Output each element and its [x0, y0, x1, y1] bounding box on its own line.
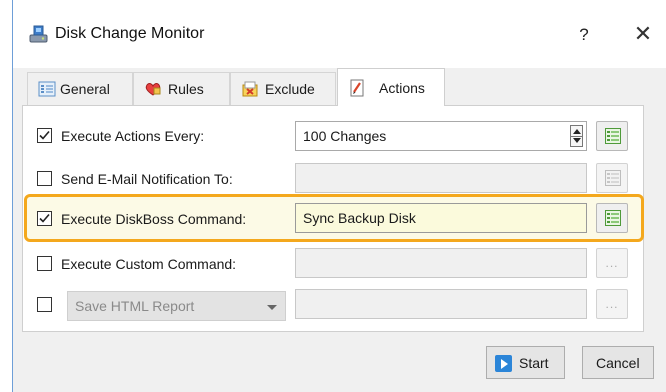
stepper-down-icon[interactable]	[573, 138, 581, 143]
diskboss-command-checkbox[interactable]	[37, 211, 52, 226]
title-bar: Disk Change Monitor ? ✕	[13, 0, 666, 68]
cancel-button-label: Cancel	[596, 355, 640, 371]
general-icon	[38, 81, 56, 97]
report-type-select[interactable]: Save HTML Report	[67, 291, 286, 321]
help-button[interactable]: ?	[572, 22, 596, 48]
tab-exclude[interactable]: Exclude	[230, 72, 336, 105]
tab-rules-label: Rules	[168, 81, 204, 97]
diskboss-command-label: Execute DiskBoss Command:	[61, 211, 247, 227]
play-icon	[495, 355, 512, 372]
cancel-button[interactable]: Cancel	[582, 346, 654, 379]
list-icon	[605, 210, 621, 226]
diskboss-command-value: Sync Backup Disk	[303, 210, 416, 226]
report-type-value: Save HTML Report	[75, 298, 195, 314]
disk-monitor-icon	[29, 25, 48, 43]
browse-report-label: ...	[605, 297, 619, 311]
tab-general[interactable]: General	[27, 72, 133, 105]
send-email-row: Send E-Mail Notification To:	[0, 158, 666, 198]
select-changes-button[interactable]	[596, 121, 628, 151]
rules-icon	[145, 82, 161, 96]
report-row: Save HTML Report ...	[0, 284, 666, 324]
tab-actions[interactable]: Actions	[337, 68, 445, 106]
diskboss-command-input[interactable]: Sync Backup Disk	[295, 203, 587, 233]
send-email-input[interactable]	[295, 163, 587, 193]
report-checkbox[interactable]	[37, 297, 52, 312]
diskboss-command-row: Execute DiskBoss Command: Sync Backup Di…	[0, 198, 666, 238]
chevron-down-icon	[267, 305, 277, 310]
tab-rules[interactable]: Rules	[133, 72, 230, 105]
list-icon	[605, 128, 621, 144]
report-path-input[interactable]	[295, 289, 587, 319]
browse-command-button[interactable]: ...	[596, 248, 628, 278]
execute-every-value: 100 Changes	[303, 128, 387, 144]
execute-every-checkbox[interactable]	[37, 128, 52, 143]
custom-command-row: Execute Custom Command: ...	[0, 243, 666, 283]
browse-command-label: ...	[605, 256, 619, 270]
checkmark-icon	[39, 130, 50, 140]
quantity-stepper[interactable]	[570, 125, 583, 147]
select-command-button[interactable]	[596, 203, 628, 233]
tab-exclude-label: Exclude	[265, 81, 315, 97]
email-settings-button[interactable]	[596, 163, 628, 193]
start-button[interactable]: Start	[486, 346, 565, 379]
execute-every-label: Execute Actions Every:	[61, 128, 205, 144]
actions-icon	[350, 79, 364, 97]
window-title: Disk Change Monitor	[55, 25, 205, 42]
custom-command-input[interactable]	[295, 248, 587, 278]
checkmark-icon	[39, 213, 50, 223]
execute-every-input[interactable]: 100 Changes	[295, 121, 587, 151]
custom-command-label: Execute Custom Command:	[61, 256, 237, 272]
browse-report-button[interactable]: ...	[596, 289, 628, 319]
custom-command-checkbox[interactable]	[37, 256, 52, 271]
list-icon	[605, 170, 621, 186]
exclude-icon	[242, 81, 258, 97]
tab-actions-label: Actions	[379, 80, 425, 96]
send-email-label: Send E-Mail Notification To:	[61, 171, 233, 187]
start-button-label: Start	[519, 355, 549, 371]
stepper-up-icon[interactable]	[573, 129, 581, 134]
tab-general-label: General	[60, 81, 110, 97]
send-email-checkbox[interactable]	[37, 171, 52, 186]
close-button[interactable]: ✕	[630, 20, 656, 48]
execute-every-row: Execute Actions Every: 100 Changes	[0, 116, 666, 156]
